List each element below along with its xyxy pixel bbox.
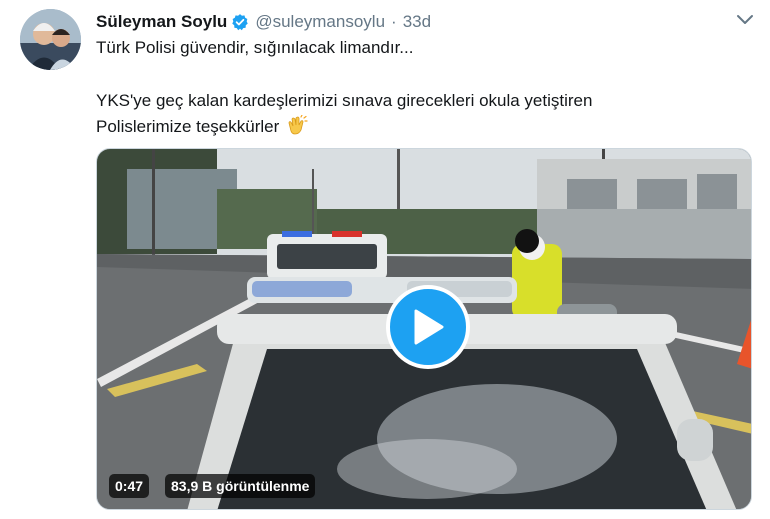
video-player[interactable]: 0:47 83,9 B görüntülenme — [96, 148, 752, 510]
tweet-text-line-2: YKS'ye geç kalan kardeşlerimizi sınava g… — [96, 91, 593, 110]
tweet-text-line-1: Türk Polisi güvendir, sığınılacak limand… — [96, 38, 414, 57]
author-name[interactable]: Süleyman Soylu — [96, 12, 227, 32]
play-button[interactable] — [386, 285, 470, 369]
chevron-down-icon[interactable] — [736, 13, 754, 25]
tweet-header: Süleyman Soylu @suleymansoylu · 33d — [96, 11, 431, 33]
tweet-time[interactable]: 33d — [403, 12, 431, 32]
tweet-text-line-3-label: Polislerimize teşekkürler — [96, 117, 280, 136]
tweet-text-line-3: Polislerimize teşekkürler — [96, 114, 308, 137]
verified-badge-icon — [231, 13, 249, 31]
clapping-hands-icon — [286, 114, 308, 135]
avatar[interactable] — [20, 9, 81, 70]
video-duration: 0:47 — [109, 474, 150, 498]
video-view-count: 83,9 B görüntülenme — [165, 474, 316, 498]
play-icon — [414, 309, 444, 345]
author-handle[interactable]: @suleymansoylu — [255, 12, 385, 32]
separator-dot: · — [391, 12, 397, 31]
